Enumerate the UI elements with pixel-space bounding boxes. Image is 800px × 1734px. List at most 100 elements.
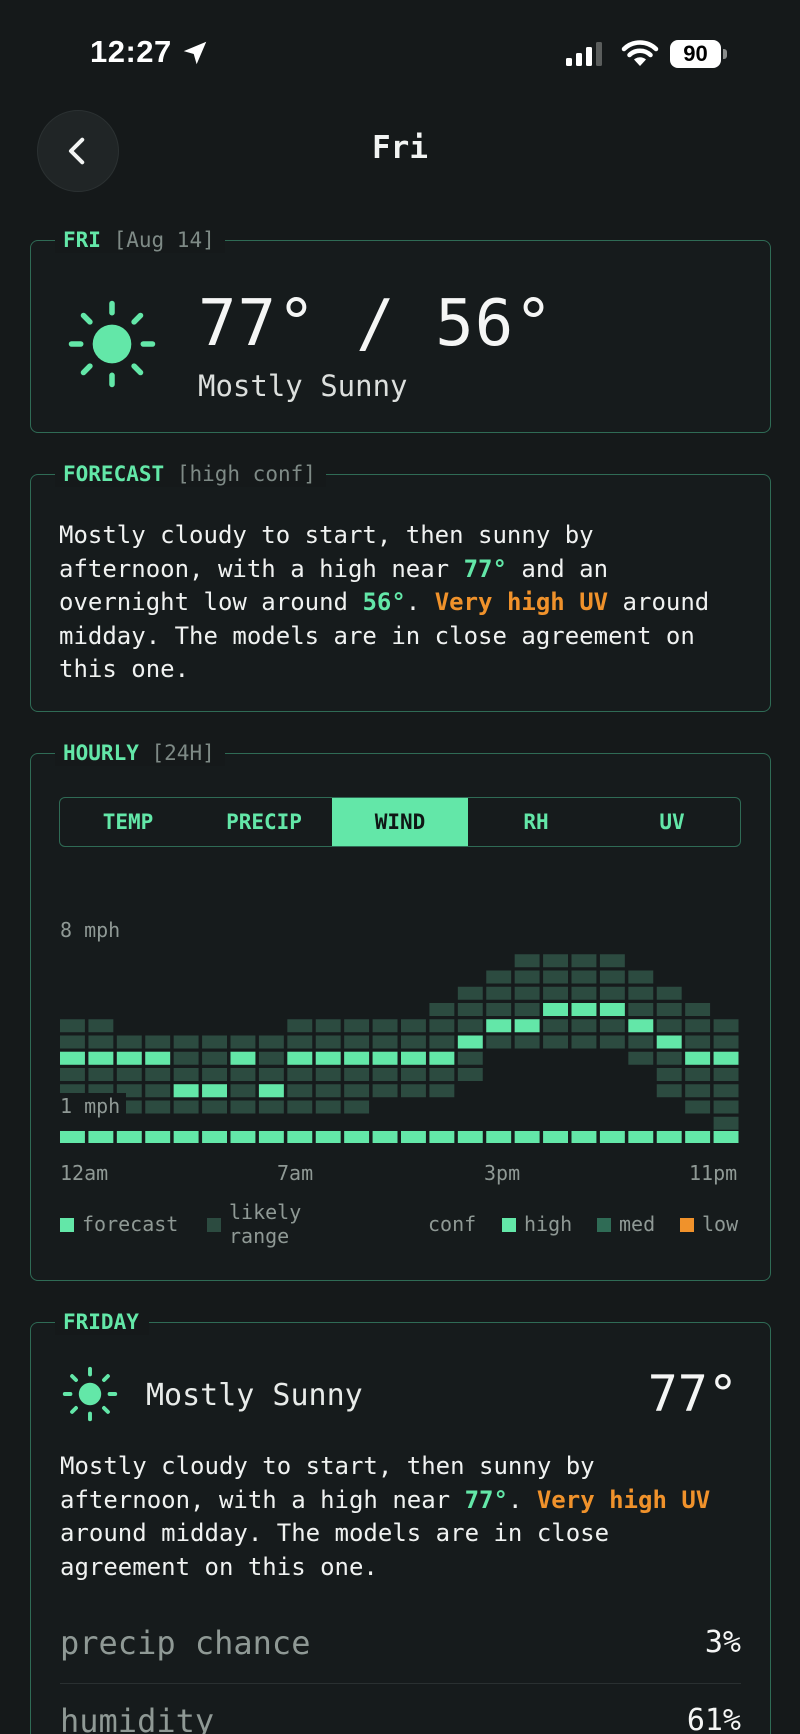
forecast-title: FORECAST xyxy=(63,462,165,486)
range-cell xyxy=(401,1019,426,1033)
tab-rh[interactable]: RH xyxy=(468,798,604,846)
range-cell xyxy=(315,1035,341,1049)
forecast-cell xyxy=(258,1084,284,1098)
confidence-cell xyxy=(401,1131,426,1143)
tab-temp[interactable]: TEMP xyxy=(60,798,196,846)
friday-temp: 77° xyxy=(647,1365,738,1423)
range-cell xyxy=(315,1019,341,1033)
forecast-cell xyxy=(315,1051,341,1065)
range-cell xyxy=(230,1035,256,1049)
friday-high: 77° xyxy=(464,1485,508,1514)
tab-uv[interactable]: UV xyxy=(604,798,740,846)
range-cell xyxy=(628,1051,654,1065)
forecast-cell xyxy=(457,1035,483,1049)
tab-wind[interactable]: WIND xyxy=(332,798,468,846)
legend-conf: conf xyxy=(428,1212,477,1236)
forecast-cell xyxy=(429,1051,455,1065)
range-cell xyxy=(628,1035,654,1049)
range-cell xyxy=(88,1068,114,1081)
range-cell xyxy=(287,1084,313,1098)
range-cell xyxy=(173,1035,199,1049)
stat-value-precip: 3% xyxy=(704,1625,741,1660)
confidence-cell xyxy=(543,1131,568,1143)
confidence-cell xyxy=(571,1131,597,1143)
confidence-cell xyxy=(628,1131,654,1143)
range-cell xyxy=(571,970,597,984)
forecast-cell xyxy=(571,1003,597,1016)
range-cell xyxy=(713,1019,739,1033)
y-label-bottom: 1 mph xyxy=(60,1094,120,1118)
confidence-cell xyxy=(656,1131,682,1143)
confidence-cell xyxy=(344,1131,370,1143)
forecast-cell xyxy=(287,1051,313,1065)
wind-chart: 8 mph 1 mph xyxy=(60,918,739,1143)
temp-range: 77° / 56° xyxy=(198,287,554,361)
forecast-label: FORECAST [high conf] xyxy=(55,461,326,487)
range-cell xyxy=(258,1068,284,1081)
range-cell xyxy=(258,1035,284,1049)
confidence-cell xyxy=(315,1131,341,1143)
confidence-cell xyxy=(60,1131,85,1143)
range-cell xyxy=(685,1068,711,1081)
range-cell xyxy=(543,954,568,968)
legend-high: high xyxy=(524,1212,573,1236)
forecast-cell xyxy=(372,1051,398,1065)
range-cell xyxy=(656,1084,682,1098)
range-cell xyxy=(457,1051,483,1065)
friday-uv-warning: Very high UV xyxy=(536,1485,711,1514)
range-cell xyxy=(344,1019,370,1033)
chart-legend: forecast likely range conf high med low xyxy=(60,1200,742,1254)
friday-label: FRIDAY xyxy=(55,1309,149,1335)
range-cell xyxy=(713,1035,739,1049)
range-cell xyxy=(713,1068,739,1081)
x-label-12am: 12am xyxy=(60,1161,109,1185)
legend-forecast: forecast xyxy=(82,1212,179,1236)
range-cell xyxy=(401,1084,426,1098)
range-cell xyxy=(543,1035,568,1049)
range-cell xyxy=(543,1019,568,1033)
range-cell xyxy=(145,1068,171,1081)
tab-precip[interactable]: PRECIP xyxy=(196,798,332,846)
range-cell xyxy=(514,1003,540,1016)
sun-icon xyxy=(62,1366,118,1422)
range-cell xyxy=(258,1051,284,1065)
confidence-cell xyxy=(88,1131,114,1143)
hourly-range: [24H] xyxy=(151,741,215,765)
range-cell xyxy=(599,970,625,984)
range-cell xyxy=(599,1035,625,1049)
confidence-cell xyxy=(429,1131,455,1143)
range-cell xyxy=(571,954,597,968)
x-label-7am: 7am xyxy=(277,1161,314,1185)
cellular-signal-icon xyxy=(566,42,602,66)
range-cell xyxy=(599,954,625,968)
range-cell xyxy=(429,1019,455,1033)
range-cell xyxy=(685,1100,711,1114)
range-cell xyxy=(429,1084,455,1098)
confidence-cell xyxy=(230,1131,256,1143)
stat-label-precip: precip chance xyxy=(60,1624,311,1662)
range-cell xyxy=(173,1051,199,1065)
range-cell xyxy=(230,1100,256,1114)
forecast-cell xyxy=(514,1019,540,1033)
range-cell xyxy=(656,1051,682,1065)
stat-divider xyxy=(60,1683,741,1684)
forecast-text: Mostly cloudy to start, then sunny by af… xyxy=(59,521,710,683)
confidence-cell xyxy=(287,1131,313,1143)
y-label-top: 8 mph xyxy=(60,918,120,942)
range-cell xyxy=(543,986,568,1000)
range-cell xyxy=(202,1068,227,1081)
range-cell xyxy=(88,1019,114,1033)
range-cell xyxy=(457,986,483,1000)
range-cell xyxy=(514,954,540,968)
friday-title: FRIDAY xyxy=(63,1310,139,1334)
range-cell xyxy=(429,1003,455,1016)
range-cell xyxy=(372,1019,398,1033)
hourly-label: HOURLY [24H] xyxy=(55,740,225,766)
range-cell xyxy=(372,1084,398,1098)
range-cell xyxy=(486,986,512,1000)
range-cell xyxy=(401,1035,426,1049)
forecast-cell xyxy=(230,1051,256,1065)
range-cell xyxy=(372,1068,398,1081)
range-cell xyxy=(173,1068,199,1081)
forecast-cell xyxy=(145,1051,171,1065)
